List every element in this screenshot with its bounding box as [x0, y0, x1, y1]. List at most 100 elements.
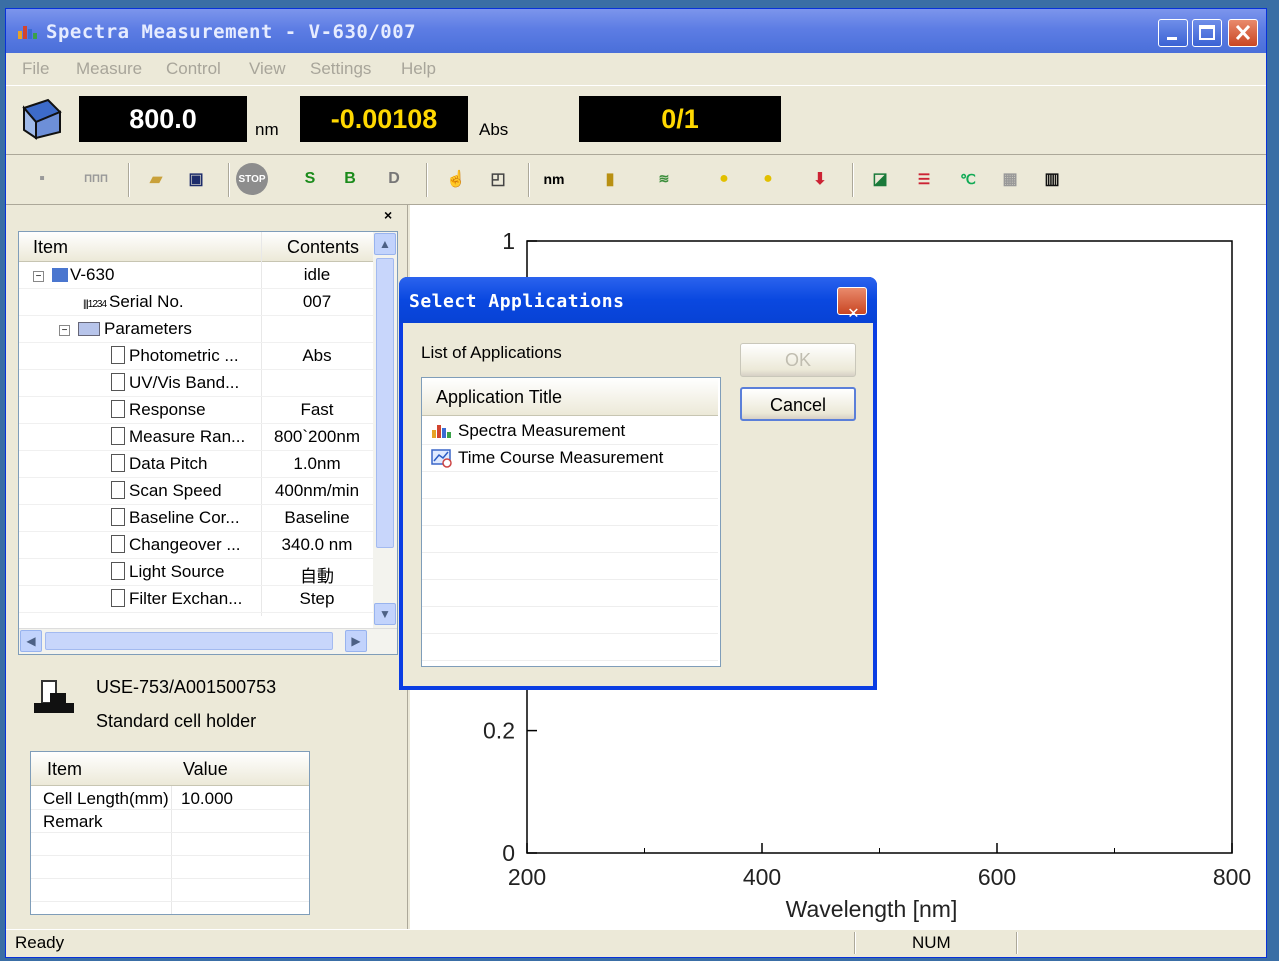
- ruler-icon[interactable]: ΠΠΠ: [78, 161, 114, 197]
- collapse-icon[interactable]: −: [33, 271, 44, 282]
- scroll-down-icon[interactable]: ▼: [374, 603, 396, 625]
- grid-icon[interactable]: ▦: [992, 161, 1028, 197]
- barcode-icon: |||1234: [83, 299, 107, 310]
- x-tick-label: 400: [743, 864, 781, 890]
- num-lock-indicator: NUM: [912, 933, 951, 952]
- door-icon[interactable]: ▮: [592, 161, 628, 197]
- status-text: Ready: [15, 933, 65, 952]
- bars-icon[interactable]: ▥: [1034, 161, 1070, 197]
- dialog-close-button[interactable]: ✕: [837, 287, 867, 323]
- tree-row-serial[interactable]: |||1234 Serial No. 007: [19, 289, 373, 316]
- scroll-left-icon[interactable]: ◀: [20, 630, 42, 652]
- maximize-button[interactable]: [1192, 19, 1222, 47]
- chart-icon[interactable]: ◪: [862, 161, 898, 197]
- column-header-title: Application Title: [436, 387, 563, 407]
- cell-model: USE-753/A001500753: [96, 677, 277, 697]
- tree-row-device[interactable]: − V-630 idle: [19, 262, 373, 289]
- nm-icon[interactable]: nm: [536, 161, 572, 197]
- menu-file[interactable]: File: [22, 59, 49, 79]
- scroll-up-icon[interactable]: ▲: [374, 233, 396, 255]
- menu-settings[interactable]: Settings: [310, 59, 371, 79]
- tree-row-bandwidth[interactable]: UV/Vis Band...: [19, 370, 373, 397]
- tree-row-light-source[interactable]: Light Source 自動: [19, 559, 373, 586]
- download-icon[interactable]: ⬇: [802, 161, 838, 197]
- document-icon: [111, 589, 125, 607]
- column-header-item[interactable]: Item: [33, 237, 68, 258]
- application-list[interactable]: Application Title Spectra Measurement Ti…: [421, 377, 721, 667]
- x-tick-label: 600: [978, 864, 1016, 890]
- scroll-thumb[interactable]: [376, 258, 394, 548]
- tree-row-baseline[interactable]: Baseline Cor... Baseline: [19, 505, 373, 532]
- s-icon[interactable]: S: [292, 161, 328, 197]
- readout-bar: 800.0 nm -0.00108 Abs 0/1: [6, 85, 1266, 155]
- tree-row-parameters[interactable]: − Parameters: [19, 316, 373, 343]
- menu-view[interactable]: View: [249, 59, 286, 79]
- list-item[interactable]: Time Course Measurement: [422, 445, 718, 472]
- tree-row-photometric[interactable]: Photometric ... Abs: [19, 343, 373, 370]
- absorbance-unit: Abs: [479, 120, 509, 139]
- pane-close-icon[interactable]: ×: [384, 207, 392, 223]
- instrument-icon[interactable]: [18, 96, 64, 140]
- table-row[interactable]: Cell Length(mm) 10.000: [31, 788, 309, 810]
- tree-horizontal-scrollbar[interactable]: ◀ ▶: [19, 628, 397, 654]
- save-file-icon[interactable]: ▣: [178, 161, 214, 197]
- title-bar[interactable]: Spectra Measurement - V-630/007: [6, 9, 1266, 53]
- instrument-icon: [52, 268, 68, 282]
- b-icon[interactable]: B: [332, 161, 368, 197]
- collapse-icon[interactable]: −: [59, 325, 70, 336]
- lines-icon[interactable]: ☰: [906, 161, 942, 197]
- document-icon: [111, 508, 125, 526]
- save-icon[interactable]: ▪: [24, 161, 60, 197]
- wavelength-unit: nm: [255, 120, 279, 139]
- menu-measure[interactable]: Measure: [76, 59, 142, 79]
- document-icon: [111, 454, 125, 472]
- cell-holder-name: Standard cell holder: [96, 711, 257, 731]
- ok-button[interactable]: OK: [740, 343, 856, 377]
- column-header-contents[interactable]: Contents: [287, 237, 359, 258]
- tree-row-data-pitch[interactable]: Data Pitch 1.0nm: [19, 451, 373, 478]
- cell-header-value[interactable]: Value: [183, 759, 228, 780]
- spectra-app-icon: [432, 425, 451, 438]
- d-icon[interactable]: D: [376, 161, 412, 197]
- cancel-button[interactable]: Cancel: [740, 387, 856, 421]
- scroll-right-icon[interactable]: ▶: [345, 630, 367, 652]
- scroll-thumb[interactable]: [45, 632, 333, 650]
- close-button[interactable]: [1228, 19, 1258, 47]
- document-icon: [111, 427, 125, 445]
- d2-lamp-icon[interactable]: ●: [706, 161, 742, 197]
- wavelength-readout: 800.0: [79, 96, 247, 142]
- y-tick-label: 0.2: [483, 718, 515, 744]
- close-icon: ✕: [848, 302, 860, 323]
- graph-icon[interactable]: ◰: [480, 161, 516, 197]
- menu-control[interactable]: Control: [166, 59, 221, 79]
- open-folder-icon[interactable]: ▰: [138, 161, 174, 197]
- temp-icon[interactable]: ℃: [950, 161, 986, 197]
- menu-help[interactable]: Help: [401, 59, 436, 79]
- tree-row-filter[interactable]: Filter Exchan... Step: [19, 586, 373, 613]
- list-item[interactable]: Spectra Measurement: [422, 418, 718, 445]
- wi-lamp-icon[interactable]: ●: [750, 161, 786, 197]
- dialog-title-bar[interactable]: Select Applications ✕: [399, 277, 877, 323]
- tree-vertical-scrollbar[interactable]: ▲ ▼: [373, 232, 397, 628]
- wave-icon[interactable]: ≋: [646, 161, 682, 197]
- minimize-button[interactable]: [1158, 19, 1188, 47]
- tree-row-response[interactable]: Response Fast: [19, 397, 373, 424]
- scan-progress-readout: 0/1: [579, 96, 781, 142]
- menu-bar: File Measure Control View Settings Help: [6, 53, 1266, 83]
- tree-row-scan-speed[interactable]: Scan Speed 400nm/min: [19, 478, 373, 505]
- status-bar: Ready NUM: [6, 929, 1266, 957]
- tree-row-changeover[interactable]: Changeover ... 340.0 nm: [19, 532, 373, 559]
- minimize-icon: [1167, 37, 1177, 40]
- dialog-body: List of Applications Application Title S…: [403, 323, 873, 686]
- pointer-icon[interactable]: ☝: [438, 161, 474, 197]
- tree-row-measure-range[interactable]: Measure Ran... 800`200nm: [19, 424, 373, 451]
- x-tick-label: 200: [508, 864, 546, 890]
- select-applications-dialog: Select Applications ✕ List of Applicatio…: [399, 277, 877, 690]
- table-row[interactable]: Remark: [31, 811, 309, 833]
- parameters-icon: [78, 322, 100, 336]
- document-icon: [111, 400, 125, 418]
- application-list-header[interactable]: Application Title: [422, 378, 718, 416]
- toolbar: ▪ ΠΠΠ ▰ ▣ STOP S B D ☝ ◰ nm ▮ ≋ ● ● ⬇ ◪ …: [6, 155, 1266, 205]
- stop-icon[interactable]: STOP: [236, 163, 268, 195]
- cell-header-item[interactable]: Item: [47, 759, 82, 780]
